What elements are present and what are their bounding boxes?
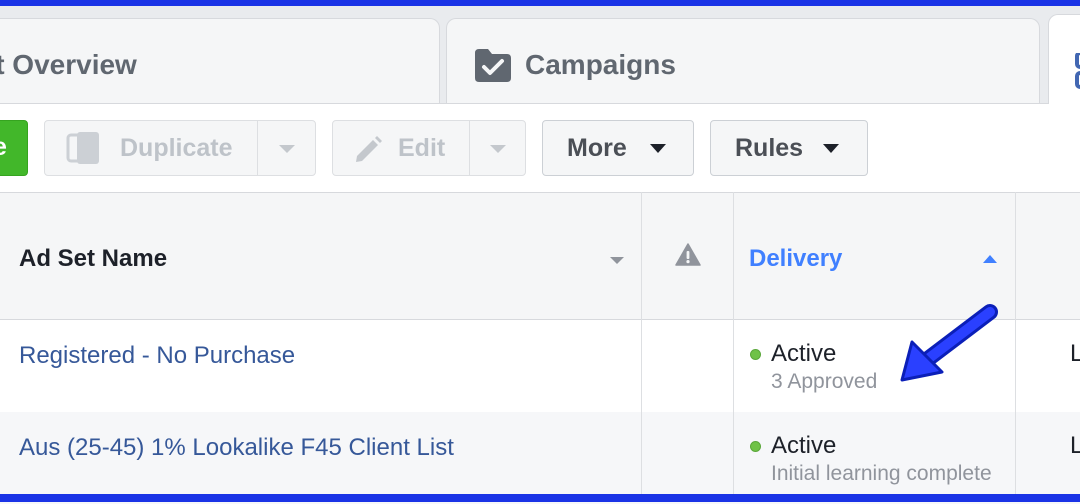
rules-button-label: Rules bbox=[735, 134, 804, 162]
chevron-down-icon[interactable] bbox=[279, 145, 295, 153]
warning-icon[interactable] bbox=[675, 243, 701, 267]
screenshot-frame-bottom bbox=[0, 494, 1080, 502]
column-header-delivery[interactable]: Delivery bbox=[749, 245, 842, 273]
ad-set-name-link[interactable]: Aus (25-45) 1% Lookalike F45 Client List bbox=[19, 434, 454, 462]
chevron-down-icon bbox=[650, 144, 666, 153]
more-button-label: More bbox=[567, 134, 627, 162]
edit-split-divider bbox=[469, 121, 470, 175]
table-row[interactable]: Registered - No Purchase Active 3 Approv… bbox=[0, 320, 1080, 412]
create-button-label: e bbox=[0, 133, 7, 162]
tab-ad-sets[interactable] bbox=[1048, 14, 1080, 110]
column-divider bbox=[733, 192, 734, 494]
delivery-status: Active bbox=[771, 340, 837, 367]
tab-campaigns[interactable]: Campaigns bbox=[446, 18, 1040, 106]
ad-sets-table: Ad Set Name Delivery Registered - No Pur… bbox=[0, 192, 1080, 504]
grid-icon bbox=[1075, 53, 1080, 89]
sort-chevron-down-icon[interactable] bbox=[610, 257, 624, 264]
pencil-icon bbox=[356, 136, 382, 162]
next-column-value: L bbox=[1070, 340, 1080, 367]
column-header-ad-set-name[interactable]: Ad Set Name bbox=[19, 245, 167, 273]
column-divider bbox=[1015, 192, 1016, 494]
tab-account-overview[interactable]: unt Overview bbox=[0, 18, 440, 106]
delivery-detail: Initial learning complete bbox=[771, 462, 992, 485]
status-dot-icon bbox=[750, 441, 761, 452]
next-column-value: L bbox=[1070, 432, 1080, 459]
delivery-detail: 3 Approved bbox=[771, 370, 878, 393]
column-divider bbox=[641, 192, 642, 494]
status-dot-icon bbox=[750, 349, 761, 360]
edit-button[interactable]: Edit bbox=[332, 120, 526, 176]
duplicate-split-divider bbox=[257, 121, 258, 175]
delivery-status: Active bbox=[771, 432, 837, 459]
tab-bar: unt Overview Campaigns bbox=[0, 6, 1080, 110]
table-header: Ad Set Name Delivery bbox=[0, 192, 1080, 320]
tab-campaigns-label: Campaigns bbox=[525, 49, 676, 80]
sort-chevron-up-icon[interactable] bbox=[983, 255, 997, 263]
ad-set-name-link[interactable]: Registered - No Purchase bbox=[19, 342, 295, 370]
folder-check-icon bbox=[475, 49, 511, 82]
duplicate-button[interactable]: Duplicate bbox=[44, 120, 316, 176]
toolbar: e Duplicate Edit More Rules bbox=[0, 104, 1080, 192]
edit-button-label: Edit bbox=[398, 134, 446, 162]
chevron-down-icon bbox=[823, 144, 839, 153]
create-button[interactable]: e bbox=[0, 120, 28, 176]
table-row[interactable]: Aus (25-45) 1% Lookalike F45 Client List… bbox=[0, 412, 1080, 504]
rules-button[interactable]: Rules bbox=[710, 120, 868, 176]
more-button[interactable]: More bbox=[542, 120, 694, 176]
duplicate-icon bbox=[66, 132, 99, 164]
duplicate-button-label: Duplicate bbox=[120, 134, 233, 162]
tab-account-overview-label: unt Overview bbox=[0, 49, 137, 80]
chevron-down-icon[interactable] bbox=[490, 145, 506, 153]
